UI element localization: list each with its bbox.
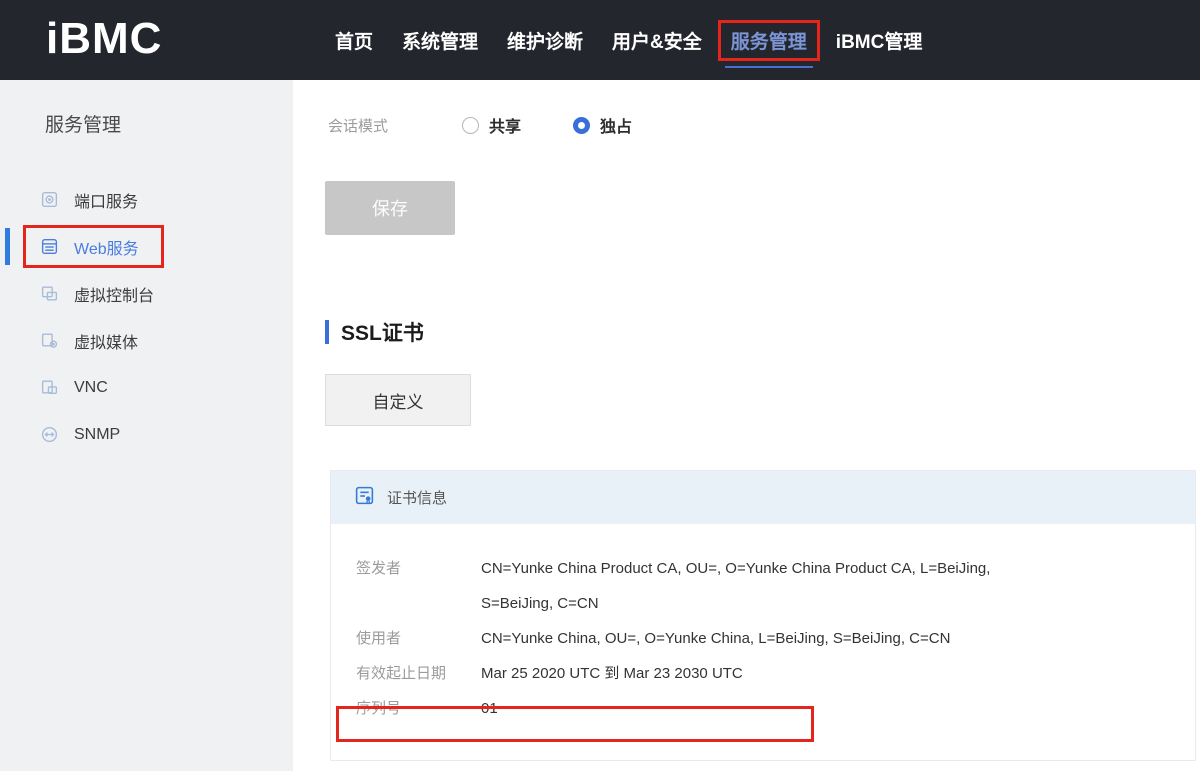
session-mode-row: 会话模式 共享 独占 <box>328 113 684 137</box>
radio-selected-icon[interactable] <box>573 117 590 134</box>
certificate-panel-header: 证书信息 <box>331 471 1195 524</box>
radio-option-exclusive[interactable]: 独占 <box>573 113 632 137</box>
nav-item-service-management[interactable]: 服务管理 <box>731 27 807 54</box>
cert-row-value: Mar 25 2020 UTC 到 Mar 23 2030 UTC <box>481 656 743 691</box>
sidebar-title: 服务管理 <box>45 110 121 137</box>
session-mode-label: 会话模式 <box>328 115 462 136</box>
nav-item-maintenance-diagnosis[interactable]: 维护诊断 <box>507 27 583 54</box>
nav-item-user-security[interactable]: 用户&安全 <box>612 27 702 54</box>
sidebar-item-label: Web服务 <box>74 235 139 259</box>
cert-row-serial-number: 序列号 01 <box>356 691 1170 726</box>
virtual-console-icon <box>40 284 59 303</box>
active-nav-underline <box>725 66 813 68</box>
top-bar: iBMC 首页 系统管理 维护诊断 用户&安全 服务管理 iBMC管理 <box>0 0 1200 80</box>
sidebar-item-snmp[interactable]: SNMP <box>0 411 293 458</box>
virtual-media-icon <box>40 331 59 350</box>
cert-row-value: CN=Yunke China Product CA, OU=, O=Yunke … <box>481 551 1046 621</box>
radio-option-label: 独占 <box>600 113 632 137</box>
sidebar: 服务管理 端口服务 Web服务 <box>0 80 293 771</box>
cert-row-label: 签发者 <box>356 551 481 621</box>
ssl-section-header: SSL证书 <box>325 317 424 347</box>
main-content: 会话模式 共享 独占 保存 SSL证书 自定义 <box>293 80 1200 771</box>
sidebar-item-label: 虚拟媒体 <box>74 329 138 353</box>
cert-row-subject: 使用者 CN=Yunke China, OU=, O=Yunke China, … <box>356 621 1170 656</box>
snmp-icon <box>40 425 59 444</box>
sidebar-item-virtual-media[interactable]: 虚拟媒体 <box>0 317 293 364</box>
save-button[interactable]: 保存 <box>325 181 455 235</box>
sidebar-item-label: SNMP <box>74 426 120 444</box>
web-service-icon <box>40 237 59 256</box>
sidebar-item-web-service[interactable]: Web服务 <box>0 223 293 270</box>
certificate-details: 签发者 CN=Yunke China Product CA, OU=, O=Yu… <box>331 524 1195 726</box>
sidebar-item-port-service[interactable]: 端口服务 <box>0 176 293 223</box>
certificate-info-panel: 证书信息 签发者 CN=Yunke China Product CA, OU=,… <box>330 470 1196 761</box>
ssl-section-title: SSL证书 <box>341 317 424 347</box>
cert-row-value: CN=Yunke China, OU=, O=Yunke China, L=Be… <box>481 621 950 656</box>
customize-button[interactable]: 自定义 <box>325 374 471 426</box>
top-navigation: 首页 系统管理 维护诊断 用户&安全 服务管理 iBMC管理 <box>335 0 922 80</box>
sidebar-menu: 端口服务 Web服务 虚拟控制台 <box>0 176 293 458</box>
cert-row-label: 使用者 <box>356 621 481 656</box>
sidebar-item-vnc[interactable]: VNC <box>0 364 293 411</box>
cert-row-value: 01 <box>481 691 498 726</box>
nav-item-label: 服务管理 <box>731 32 807 53</box>
nav-item-home[interactable]: 首页 <box>335 27 373 54</box>
radio-option-label: 共享 <box>489 113 521 137</box>
cert-row-issuer: 签发者 CN=Yunke China Product CA, OU=, O=Yu… <box>356 551 1170 621</box>
cert-row-label: 序列号 <box>356 691 481 726</box>
nav-item-ibmc-management[interactable]: iBMC管理 <box>836 27 923 54</box>
cert-row-label: 有效起止日期 <box>356 656 481 691</box>
radio-option-shared[interactable]: 共享 <box>462 113 521 137</box>
sidebar-item-virtual-console[interactable]: 虚拟控制台 <box>0 270 293 317</box>
sidebar-item-label: 端口服务 <box>74 188 138 212</box>
ibmc-logo: iBMC <box>46 14 162 64</box>
certificate-panel-title: 证书信息 <box>387 487 447 508</box>
section-accent-bar <box>325 320 329 344</box>
vnc-icon <box>40 378 59 397</box>
ibmc-page: iBMC 首页 系统管理 维护诊断 用户&安全 服务管理 iBMC管理 服务管理 <box>0 0 1200 771</box>
sidebar-item-label: 虚拟控制台 <box>74 282 154 306</box>
cert-row-validity-period: 有效起止日期 Mar 25 2020 UTC 到 Mar 23 2030 UTC <box>356 656 1170 691</box>
sidebar-item-label: VNC <box>74 379 108 397</box>
nav-item-system-management[interactable]: 系统管理 <box>402 27 478 54</box>
certificate-icon <box>354 485 375 511</box>
port-service-icon <box>40 190 59 209</box>
radio-unselected-icon[interactable] <box>462 117 479 134</box>
